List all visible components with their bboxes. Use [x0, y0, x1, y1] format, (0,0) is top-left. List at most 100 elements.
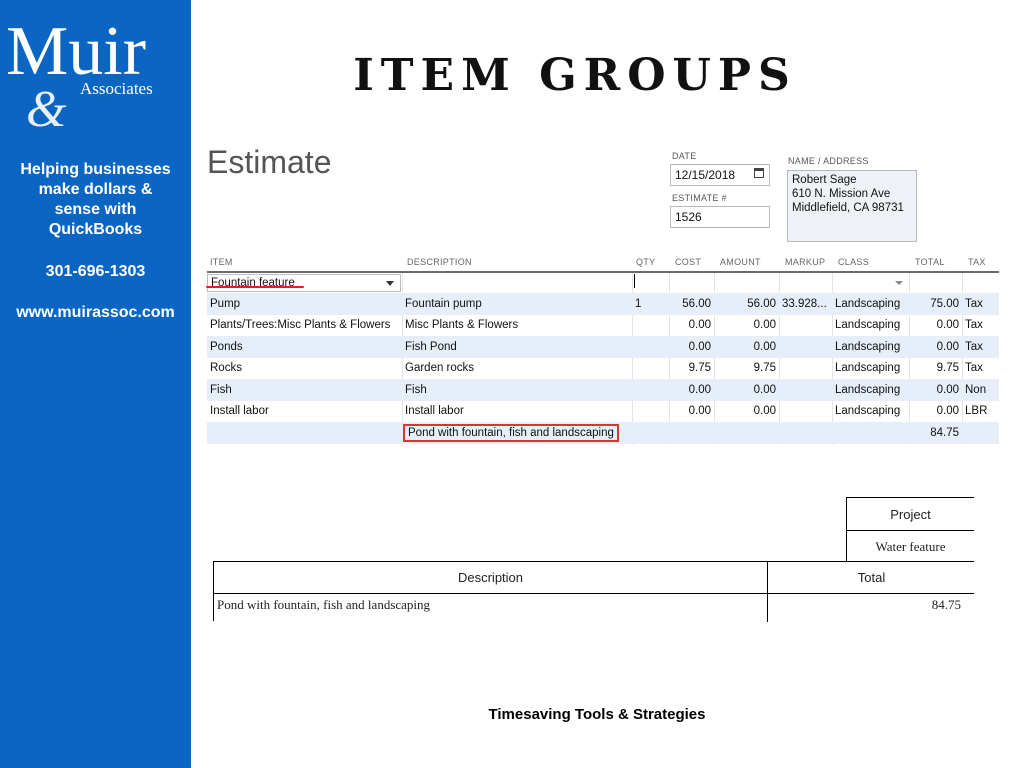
website-link[interactable]: www.muirassoc.com	[0, 303, 191, 323]
estimate-title: Estimate	[207, 144, 332, 180]
markup-cell[interactable]	[779, 422, 832, 444]
class-cell[interactable]	[832, 422, 909, 444]
table-row[interactable]: Rocks Garden rocks 9.75 9.75 Landscaping 9.75…	[207, 358, 999, 380]
column-header-item[interactable]: ITEM	[207, 253, 401, 271]
item-group-dropdown[interactable]: Fountain feature	[207, 274, 401, 292]
total-cell[interactable]: 0.00	[909, 315, 962, 337]
column-header-tax[interactable]: TAX	[965, 253, 999, 271]
markup-cell[interactable]	[779, 379, 832, 401]
amount-cell[interactable]	[714, 422, 779, 444]
amount-cell[interactable]: 0.00	[714, 336, 779, 358]
total-header: Total	[857, 570, 886, 585]
markup-cell[interactable]	[779, 358, 832, 380]
cost-cell[interactable]: 56.00	[669, 293, 714, 315]
cost-cell[interactable]: 0.00	[669, 336, 714, 358]
cost-cell[interactable]: 9.75	[669, 358, 714, 380]
markup-cell[interactable]: 33.928...	[779, 293, 832, 315]
total-cell[interactable]: 0.00	[909, 401, 962, 423]
table-row[interactable]: Pump Fountain pump 1 56.00 56.00 33.928... Lan…	[207, 293, 999, 315]
tax-cell[interactable]: Tax	[962, 358, 999, 380]
chevron-down-icon[interactable]	[386, 281, 394, 286]
item-cell[interactable]: Install labor	[207, 401, 401, 423]
description-cell[interactable]: Pond with fountain, fish and landscaping	[402, 422, 632, 444]
total-cell[interactable]: 9.75	[909, 358, 962, 380]
amount-cell[interactable]: 0.00	[714, 401, 779, 423]
markup-cell[interactable]	[779, 336, 832, 358]
amount-cell[interactable]: 56.00	[714, 293, 779, 315]
cost-cell[interactable]: 0.00	[669, 315, 714, 337]
class-cell[interactable]: Landscaping	[832, 293, 909, 315]
total-cell[interactable]: 75.00	[909, 293, 962, 315]
table-row[interactable]: Fish Fish 0.00 0.00 Landscaping 0.00 Non	[207, 379, 999, 401]
markup-cell[interactable]	[779, 315, 832, 337]
amount-cell[interactable]: 9.75	[714, 358, 779, 380]
column-header-qty[interactable]: QTY	[633, 253, 669, 271]
tax-cell[interactable]: Tax	[962, 336, 999, 358]
table-row[interactable]: Ponds Fish Pond 0.00 0.00 Landscaping 0.00 Tax	[207, 336, 999, 358]
item-cell[interactable]: Rocks	[207, 358, 401, 380]
qty-cell[interactable]	[632, 422, 669, 444]
tax-cell[interactable]: Tax	[962, 315, 999, 337]
muir-associates-logo: Muir & Associates	[6, 13, 153, 138]
svg-text:Associates: Associates	[80, 79, 153, 98]
item-cell[interactable]	[207, 422, 401, 444]
total-cell[interactable]: 0.00	[909, 379, 962, 401]
tax-cell[interactable]: Tax	[962, 293, 999, 315]
tax-cell[interactable]: Non	[962, 379, 999, 401]
column-header-class[interactable]: CLASS	[835, 253, 909, 271]
item-cell[interactable]: Plants/Trees:Misc Plants & Flowers	[207, 315, 401, 337]
text-cursor	[634, 274, 635, 288]
total-cell[interactable]: 84.75	[909, 422, 962, 444]
class-cell[interactable]: Landscaping	[832, 336, 909, 358]
qty-cell[interactable]	[632, 401, 669, 423]
group-input-row: Fountain feature	[207, 273, 999, 293]
description-cell[interactable]: Install labor	[402, 401, 632, 423]
tagline-line: Helping businesses	[20, 161, 171, 178]
date-field[interactable]: 12/15/2018	[670, 164, 770, 186]
markup-cell[interactable]	[779, 401, 832, 423]
amount-cell[interactable]: 0.00	[714, 315, 779, 337]
amount-cell[interactable]: 0.00	[714, 379, 779, 401]
calendar-icon[interactable]	[754, 168, 764, 178]
qty-cell[interactable]	[632, 315, 669, 337]
description-cell[interactable]: Garden rocks	[402, 358, 632, 380]
project-value: Water feature	[875, 539, 946, 554]
column-header-total[interactable]: TOTAL	[912, 253, 962, 271]
name-address-label: NAME / ADDRESS	[788, 156, 869, 166]
qty-cell[interactable]	[632, 379, 669, 401]
column-header-amount[interactable]: AMOUNT	[717, 253, 779, 271]
item-cell[interactable]: Fish	[207, 379, 401, 401]
qty-cell[interactable]	[632, 358, 669, 380]
class-cell[interactable]: Landscaping	[832, 358, 909, 380]
table-row[interactable]: Plants/Trees:Misc Plants & Flowers Misc P…	[207, 315, 999, 337]
item-cell[interactable]: Ponds	[207, 336, 401, 358]
chevron-down-icon[interactable]	[895, 281, 903, 285]
tax-cell[interactable]: LBR	[962, 401, 999, 423]
class-dropdown[interactable]	[833, 273, 909, 293]
table-row[interactable]: Install labor Install labor 0.00 0.00 Landsc…	[207, 401, 999, 423]
cost-cell[interactable]	[669, 422, 714, 444]
table-row[interactable]: Pond with fountain, fish and landscaping…	[207, 422, 999, 444]
description-cell[interactable]: Fish	[402, 379, 632, 401]
column-header-cost[interactable]: COST	[672, 253, 714, 271]
class-cell[interactable]: Landscaping	[832, 401, 909, 423]
description-cell[interactable]: Misc Plants & Flowers	[402, 315, 632, 337]
class-cell[interactable]: Landscaping	[832, 315, 909, 337]
tax-cell[interactable]	[962, 422, 999, 444]
description-cell[interactable]: Fountain pump	[402, 293, 632, 315]
group-item-underline-annotation	[206, 286, 304, 288]
group-description-highlight: Pond with fountain, fish and landscaping	[403, 423, 619, 442]
description-cell[interactable]: Fish Pond	[402, 336, 632, 358]
column-header-description[interactable]: DESCRIPTION	[404, 253, 630, 271]
cost-cell[interactable]: 0.00	[669, 401, 714, 423]
description-value: Pond with fountain, fish and landscaping	[217, 597, 431, 612]
qty-cell[interactable]: 1	[632, 293, 669, 315]
estimate-number-field[interactable]: 1526	[670, 206, 770, 228]
cost-cell[interactable]: 0.00	[669, 379, 714, 401]
qty-cell[interactable]	[632, 336, 669, 358]
name-address-field[interactable]: Robert Sage 610 N. Mission Ave Middlefie…	[787, 170, 917, 242]
class-cell[interactable]: Landscaping	[832, 379, 909, 401]
column-header-markup[interactable]: MARKUP	[782, 253, 832, 271]
item-cell[interactable]: Pump	[207, 293, 401, 315]
total-cell[interactable]: 0.00	[909, 336, 962, 358]
